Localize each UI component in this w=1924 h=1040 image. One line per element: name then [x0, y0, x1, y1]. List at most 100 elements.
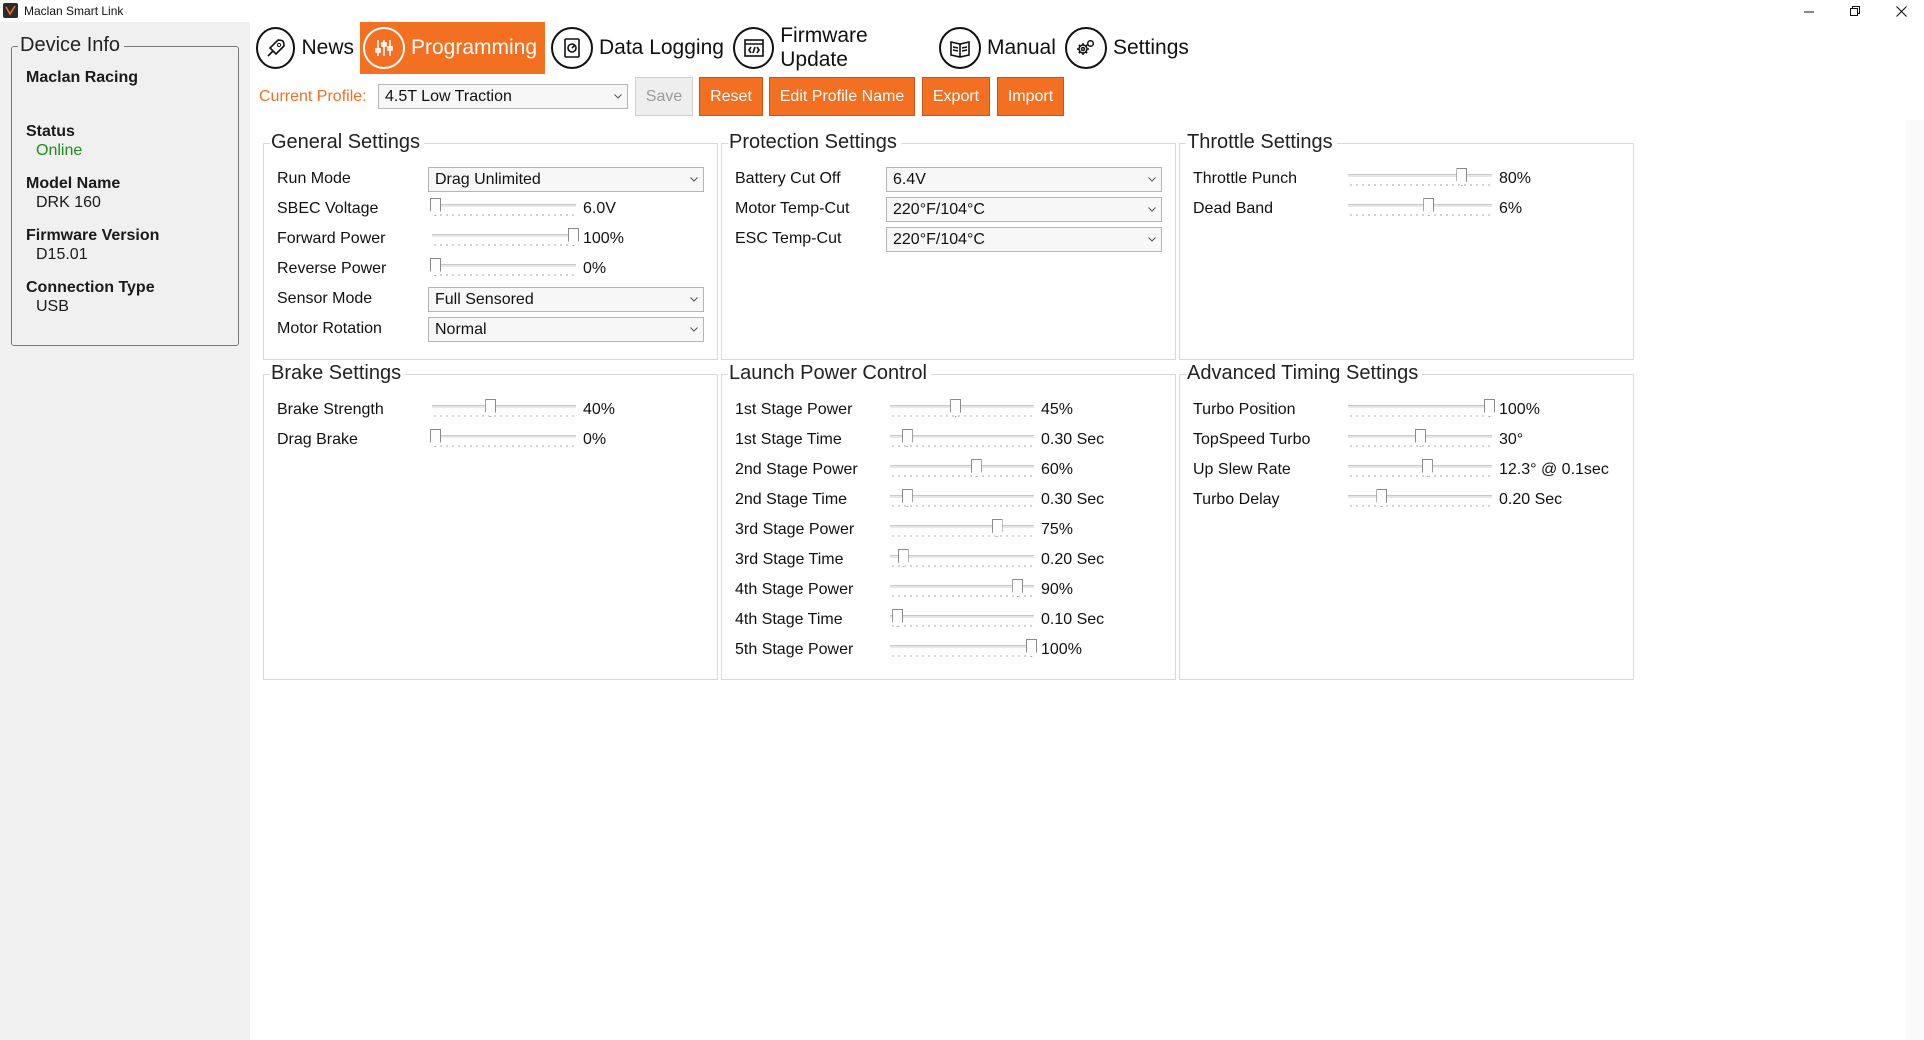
setting-row-slider[interactable] [890, 399, 1034, 421]
esc-temp-cut-select[interactable]: 220°F/104°C [886, 227, 1162, 252]
dead-band-value: 6% [1499, 200, 1523, 217]
nav-firmware-update-label: Firmware Update [780, 24, 868, 71]
setting-row-slider[interactable] [1348, 429, 1492, 451]
setting-row-slider[interactable] [890, 519, 1034, 541]
model-name-label: Model Name [26, 175, 121, 192]
model-name-value: DRK 160 [36, 194, 101, 211]
brake-strength-slider[interactable] [432, 399, 576, 421]
setting-row-label: Turbo Delay [1193, 491, 1280, 508]
setting-row-value: 100% [1041, 641, 1082, 658]
chevron-down-icon [1148, 177, 1156, 182]
nav-data-logging[interactable]: Data Logging [551, 22, 726, 74]
firmware-version-label: Firmware Version [26, 227, 160, 244]
setting-row-value: 90% [1041, 581, 1074, 598]
sensor-mode-select[interactable]: Full Sensored [428, 287, 704, 312]
run-mode-value: Drag Unlimited [435, 171, 541, 188]
drag-brake-slider[interactable] [430, 429, 576, 451]
book-icon [939, 27, 981, 69]
battery-cut-off-value: 6.4V [893, 171, 926, 188]
brake-strength-label: Brake Strength [277, 401, 384, 418]
setting-row-value: 0.10 Sec [1041, 611, 1105, 628]
import-button[interactable]: Import [997, 77, 1064, 116]
setting-row-label: 4th Stage Power [735, 581, 854, 598]
dead-band-slider[interactable] [1348, 198, 1492, 220]
throttle-settings-group: Throttle Settings Throttle Punch 80% Dea… [1179, 131, 1634, 360]
forward-power-label: Forward Power [277, 230, 386, 247]
motor-temp-cut-value: 220°F/104°C [893, 201, 985, 218]
edit-profile-name-button[interactable]: Edit Profile Name [769, 77, 915, 116]
minimize-button[interactable] [1786, 0, 1832, 22]
motor-rotation-select[interactable]: Normal [428, 317, 704, 342]
setting-row-value: 12.3° @ 0.1sec [1499, 461, 1609, 478]
setting-row-value: 0.30 Sec [1041, 491, 1105, 508]
setting-row-slider[interactable] [890, 579, 1034, 601]
restore-button[interactable] [1832, 0, 1878, 22]
chevron-down-icon [1148, 207, 1156, 212]
nav-settings[interactable]: Settings [1065, 22, 1190, 74]
status-value: Online [36, 142, 83, 159]
general-settings-title: General Settings [270, 131, 424, 154]
run-mode-label: Run Mode [277, 170, 351, 187]
battery-cut-off-label: Battery Cut Off [735, 170, 841, 187]
nav-settings-label: Settings [1113, 36, 1189, 59]
setting-row-slider[interactable] [890, 549, 1034, 571]
setting-row-label: 2nd Stage Time [735, 491, 848, 508]
esc-temp-cut-value: 220°F/104°C [893, 231, 985, 248]
battery-cut-off-select[interactable]: 6.4V [886, 167, 1162, 192]
setting-row-value: 45% [1041, 401, 1074, 418]
setting-row-slider[interactable] [1348, 489, 1492, 511]
app-logo-icon [3, 3, 18, 18]
throttle-punch-slider[interactable] [1348, 168, 1492, 190]
close-button[interactable] [1878, 0, 1924, 22]
nav-programming-label: Programming [411, 36, 538, 59]
launch-power-control-group: Launch Power Control 1st Stage Power 45% 1… [721, 362, 1176, 680]
reverse-power-slider[interactable] [430, 258, 576, 280]
setting-row-slider[interactable] [890, 609, 1034, 631]
forward-power-slider[interactable] [432, 228, 579, 250]
setting-row-slider[interactable] [890, 489, 1034, 511]
device-info-title: Device Info [18, 34, 125, 57]
window-title: Maclan Smart Link [24, 4, 124, 18]
setting-row-slider[interactable] [1348, 399, 1495, 421]
esc-temp-cut-label: ESC Temp-Cut [735, 230, 842, 247]
setting-row-label: 1st Stage Power [735, 401, 853, 418]
sliders-icon [363, 27, 405, 69]
chevron-down-icon [690, 327, 698, 332]
dead-band-label: Dead Band [1193, 200, 1274, 217]
profile-select[interactable]: 4.5T Low Traction [378, 84, 628, 109]
current-profile-label: Current Profile: [259, 88, 367, 105]
setting-row-value: 100% [1499, 401, 1540, 418]
setting-row-label: Turbo Position [1193, 401, 1296, 418]
nav-firmware-update[interactable]: Firmware Update [733, 22, 938, 74]
setting-row-slider[interactable] [1348, 459, 1492, 481]
nav-data-logging-label: Data Logging [599, 36, 724, 59]
motor-temp-cut-select[interactable]: 220°F/104°C [886, 197, 1162, 222]
nav-programming[interactable]: Programming [360, 22, 545, 74]
reset-button[interactable]: Reset [699, 77, 763, 116]
sbec-voltage-slider[interactable] [430, 198, 576, 220]
export-button[interactable]: Export [922, 77, 990, 116]
setting-row-value: 75% [1041, 521, 1074, 538]
motor-rotation-value: Normal [435, 321, 487, 338]
setting-row-slider[interactable] [890, 429, 1034, 451]
vertical-scrollbar[interactable] [1906, 120, 1924, 1040]
rocket-icon [256, 27, 296, 69]
setting-row-slider[interactable] [890, 639, 1037, 661]
setting-row-label: 4th Stage Time [735, 611, 843, 628]
device-company: Maclan Racing [26, 69, 139, 86]
device-sidebar: Device Info Maclan Racing Status Online … [0, 22, 250, 1040]
motor-temp-cut-label: Motor Temp-Cut [735, 200, 850, 217]
setting-row-value: 60% [1041, 461, 1074, 478]
code-window-icon [733, 27, 775, 69]
run-mode-select[interactable]: Drag Unlimited [428, 167, 704, 192]
sensor-mode-label: Sensor Mode [277, 290, 373, 307]
reverse-power-label: Reverse Power [277, 260, 387, 277]
setting-row-slider[interactable] [890, 459, 1034, 481]
nav-manual[interactable]: Manual [939, 22, 1057, 74]
setting-row-value: 0.30 Sec [1041, 431, 1105, 448]
throttle-settings-title: Throttle Settings [1186, 131, 1337, 154]
nav-news[interactable]: News [256, 22, 354, 74]
general-settings-group: General Settings Run Mode Drag Unlimited… [263, 131, 718, 360]
profile-select-value: 4.5T Low Traction [385, 88, 512, 105]
save-button[interactable]: Save [635, 77, 693, 116]
